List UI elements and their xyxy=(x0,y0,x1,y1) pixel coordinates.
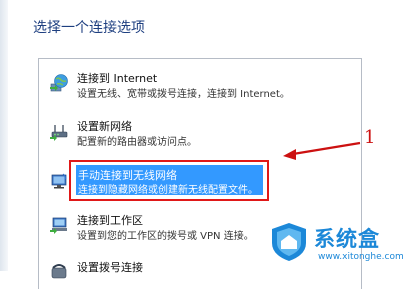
selected-option-highlight[interactable]: 手动连接到无线网络 连接到隐藏网络或创建新无线配置文件。 xyxy=(76,165,263,196)
watermark-shield-icon xyxy=(272,223,306,261)
option-description: 设置到您的工作区的拨号或 VPN 连接。 xyxy=(77,231,254,242)
option-title: 连接到工作区 xyxy=(77,214,143,227)
globe-network-icon xyxy=(49,73,69,93)
option-description: 设置无线、宽带或拨号连接，连接到 Internet。 xyxy=(77,89,290,100)
window-left-edge xyxy=(0,0,8,271)
option-title: 连接到 Internet xyxy=(77,72,158,85)
dialup-phone-icon xyxy=(49,262,69,282)
option-description: 配置新的路由器或访问点。 xyxy=(77,137,197,148)
watermark-logo: 系统盒 www.xitonghe.com xyxy=(268,215,418,271)
option-title: 设置新网络 xyxy=(77,120,132,133)
option-connect-internet[interactable]: 连接到 Internet 设置无线、宽带或拨号连接，连接到 Internet。 xyxy=(39,67,359,109)
workplace-icon xyxy=(49,215,69,235)
option-title: 设置拨号连接 xyxy=(77,261,143,274)
option-setup-new-network[interactable]: 设置新网络 配置新的路由器或访问点。 xyxy=(39,115,359,157)
router-icon xyxy=(49,121,69,141)
page-heading: 选择一个连接选项 xyxy=(33,20,145,36)
watermark-name: 系统盒 xyxy=(314,227,380,251)
annotation-number: 1 xyxy=(364,127,376,148)
wireless-monitor-icon xyxy=(49,171,69,191)
watermark-url: www.xitonghe.com xyxy=(318,252,404,262)
selected-option-description: 连接到隐藏网络或创建新无线配置文件。 xyxy=(78,185,258,196)
